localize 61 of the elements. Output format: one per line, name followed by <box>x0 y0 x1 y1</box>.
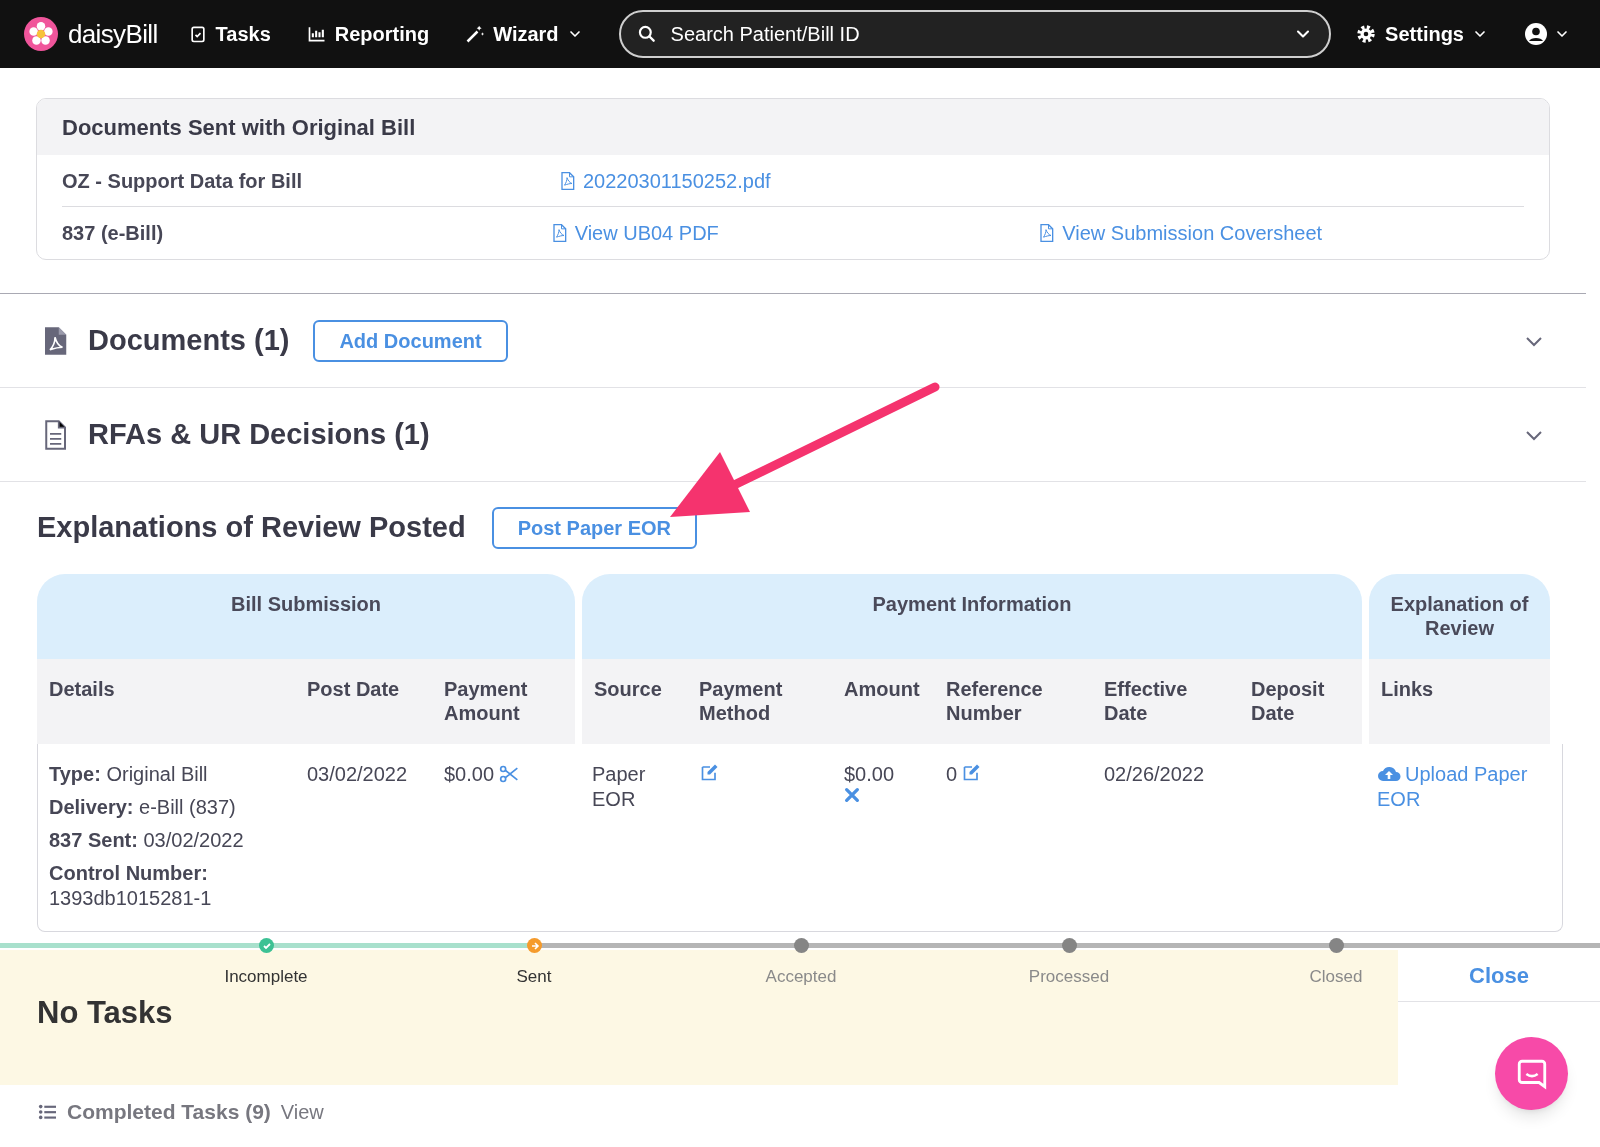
list-icon <box>37 1102 57 1121</box>
column-header: Post Date <box>306 677 401 702</box>
account-menu[interactable] <box>1524 22 1570 46</box>
nav-menu-item[interactable]: Wizard <box>465 19 583 49</box>
column-group-header: Explanation of Review <box>1369 574 1550 659</box>
nav-menu-item[interactable]: Reporting <box>306 19 430 49</box>
upload-paper-eor-link[interactable]: Upload Paper EOR <box>1377 762 1538 812</box>
table-cell: $0.00 <box>444 762 495 787</box>
document-link[interactable]: View UB04 PDF <box>548 218 1037 248</box>
table-cell: Paper EOR <box>592 763 646 810</box>
column-header: Payment Method <box>698 677 784 726</box>
column-header: Effective Date <box>1103 677 1189 726</box>
progress-step-label: Processed <box>1028 966 1110 988</box>
column-header: Deposit Date <box>1250 677 1326 726</box>
view-link[interactable]: View <box>280 1096 324 1127</box>
search-field[interactable]: Search Patient/Bill ID <box>618 10 1332 58</box>
flower-logo-icon <box>24 17 58 51</box>
detail-line: Type: Original Bill <box>49 762 209 787</box>
document-label: 837 (e-Bill) <box>62 221 165 246</box>
logo-text[interactable]: daisyBill <box>68 14 158 54</box>
scissors-icon[interactable] <box>498 764 521 784</box>
document-link[interactable]: 20220301150252.pdf <box>557 165 1053 196</box>
section-title: Explanations of Review Posted <box>37 510 466 546</box>
column-header: Source <box>593 677 663 702</box>
completed-tasks-label: Completed Tasks (9) <box>67 1099 271 1125</box>
tasks-title: No Tasks <box>37 994 173 1032</box>
settings-menu[interactable]: Settings <box>1355 19 1488 49</box>
column-header: Payment Amount <box>443 677 529 726</box>
chat-button[interactable] <box>1495 1037 1568 1110</box>
column-group-header: Payment Information <box>582 574 1362 659</box>
cloud-upload-icon <box>1377 764 1401 782</box>
close-button[interactable]: Close <box>1469 959 1529 992</box>
progress-step-label: Accepted <box>765 966 837 988</box>
user-avatar-icon <box>1524 22 1548 46</box>
table-cell: 0 <box>946 762 958 787</box>
progress-step-label: Incomplete <box>224 966 308 988</box>
card-title: Documents Sent with Original Bill <box>62 113 416 142</box>
section-title: RFAs & UR Decisions (1) <box>88 416 430 452</box>
delete-x-icon[interactable] <box>844 787 860 803</box>
progress-step-label: Sent <box>516 966 552 988</box>
section-title: Documents (1) <box>88 322 290 358</box>
table-cell: 02/26/2022 <box>1104 763 1205 785</box>
document-label: OZ - Support Data for Bill <box>62 168 303 194</box>
detail-line: Delivery: e-Bill (837) <box>49 795 237 820</box>
column-group-header: Bill Submission <box>37 574 575 659</box>
settings-icon <box>1355 23 1378 45</box>
column-header: Reference Number <box>945 677 1044 726</box>
search-icon <box>636 24 657 44</box>
table-cell: 03/02/2022 <box>307 763 408 785</box>
progress-step-label: Closed <box>1309 966 1363 988</box>
detail-line: Control Number: 1393db1015281-1 <box>49 861 213 911</box>
document-link[interactable]: View Submission Coversheet <box>1036 218 1524 248</box>
bar-chart-icon <box>306 24 327 44</box>
column-header: Details <box>48 677 116 702</box>
table-cell: $0.00 <box>844 762 895 787</box>
nav-menu-item[interactable]: Tasks <box>187 19 271 49</box>
detail-line: 837 Sent: 03/02/2022 <box>49 828 245 853</box>
add-document-button[interactable]: Add Document <box>313 319 508 362</box>
column-header: Links <box>1380 677 1435 702</box>
column-header: Amount <box>843 677 921 702</box>
magic-wand-icon <box>465 24 486 44</box>
